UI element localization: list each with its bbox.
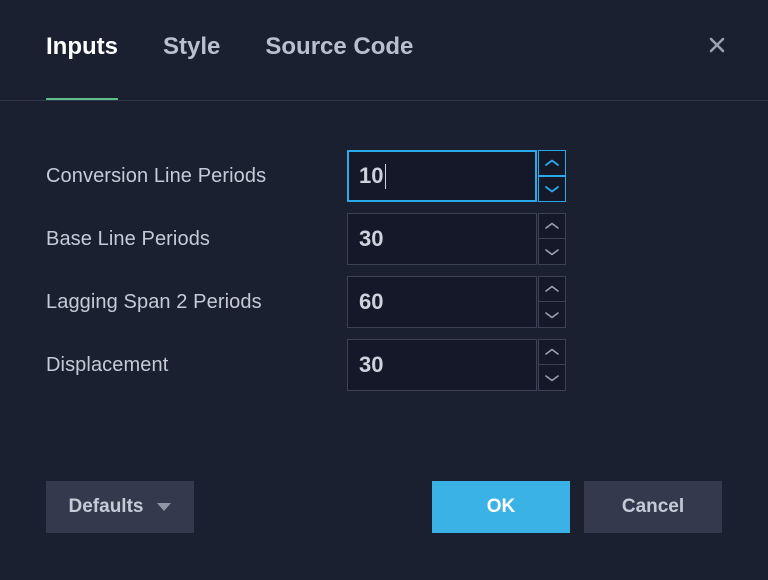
field-row-conversion-line-periods: Conversion Line Periods 10	[46, 150, 722, 202]
chevron-up-icon	[544, 284, 560, 294]
close-icon	[707, 35, 727, 55]
spinner-conversion-line-periods: 10	[347, 150, 566, 202]
chevron-down-icon	[544, 247, 560, 257]
stepper-up-base-line-periods[interactable]	[538, 213, 566, 239]
input-lagging-span-2-periods-value: 60	[359, 289, 384, 314]
input-displacement-value: 30	[359, 352, 384, 377]
steppers-lagging-span-2-periods	[538, 276, 566, 328]
stepper-down-lagging-span-2-periods[interactable]	[538, 302, 566, 328]
steppers-base-line-periods	[538, 213, 566, 265]
steppers-conversion-line-periods	[538, 150, 566, 202]
chevron-down-icon	[544, 184, 560, 194]
caret-down-icon	[157, 503, 172, 511]
stepper-down-displacement[interactable]	[538, 365, 566, 391]
label-displacement: Displacement	[46, 353, 169, 376]
tab-inputs[interactable]: Inputs	[46, 0, 118, 101]
input-displacement[interactable]: 30	[347, 339, 537, 391]
indicator-settings-dialog: Inputs Style Source Code Conversion Line…	[0, 0, 768, 580]
tab-list: Inputs Style Source Code	[46, 0, 413, 101]
label-base-line-periods: Base Line Periods	[46, 227, 211, 250]
steppers-displacement	[538, 339, 566, 391]
field-row-base-line-periods: Base Line Periods 30	[46, 213, 722, 265]
defaults-button[interactable]: Defaults	[46, 481, 194, 533]
stepper-down-conversion-line-periods[interactable]	[538, 176, 566, 202]
cancel-button[interactable]: Cancel	[584, 481, 722, 533]
tab-style[interactable]: Style	[163, 0, 220, 101]
spinner-displacement: 30	[347, 339, 566, 391]
ok-button-label: OK	[486, 496, 516, 517]
stepper-up-conversion-line-periods[interactable]	[538, 150, 566, 176]
dialog-tabbar: Inputs Style Source Code	[0, 0, 768, 101]
dialog-footer: Defaults OK Cancel	[0, 481, 768, 533]
chevron-up-icon	[544, 221, 560, 231]
chevron-down-icon	[544, 373, 560, 383]
input-conversion-line-periods[interactable]: 10	[347, 150, 537, 202]
tab-source-code[interactable]: Source Code	[265, 0, 413, 101]
cancel-button-label: Cancel	[621, 496, 685, 517]
close-button[interactable]	[702, 30, 732, 60]
input-conversion-line-periods-value: 10	[359, 163, 384, 188]
field-row-displacement: Displacement 30	[46, 339, 722, 391]
inputs-form: Conversion Line Periods 10 Base Line Per…	[46, 150, 722, 402]
stepper-up-lagging-span-2-periods[interactable]	[538, 276, 566, 302]
spinner-base-line-periods: 30	[347, 213, 566, 265]
ok-button[interactable]: OK	[432, 481, 570, 533]
defaults-button-label: Defaults	[68, 496, 144, 517]
spinner-lagging-span-2-periods: 60	[347, 276, 566, 328]
tabbar-divider	[0, 100, 768, 101]
label-lagging-span-2-periods: Lagging Span 2 Periods	[46, 290, 262, 313]
label-conversion-line-periods: Conversion Line Periods	[46, 164, 267, 187]
field-row-lagging-span-2-periods: Lagging Span 2 Periods 60	[46, 276, 722, 328]
tab-inputs-label: Inputs	[46, 32, 118, 60]
stepper-up-displacement[interactable]	[538, 339, 566, 365]
input-base-line-periods-value: 30	[359, 226, 384, 251]
stepper-down-base-line-periods[interactable]	[538, 239, 566, 265]
chevron-down-icon	[544, 310, 560, 320]
text-cursor	[385, 163, 387, 189]
chevron-up-icon	[544, 158, 560, 168]
tab-source-code-label: Source Code	[265, 32, 414, 60]
input-lagging-span-2-periods[interactable]: 60	[347, 276, 537, 328]
chevron-up-icon	[544, 347, 560, 357]
input-base-line-periods[interactable]: 30	[347, 213, 537, 265]
tab-style-label: Style	[163, 32, 221, 60]
